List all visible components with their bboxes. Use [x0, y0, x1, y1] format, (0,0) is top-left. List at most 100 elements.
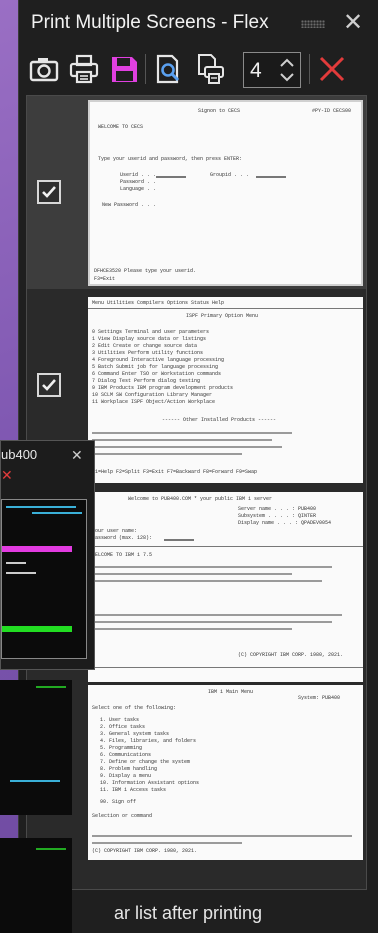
screen-thumbnail[interactable]: Signon to CECS #PY-ID CECS00 WELCOME TO …: [88, 100, 363, 286]
thumb-option: 5. Programming: [100, 745, 143, 751]
delete-button[interactable]: [315, 52, 349, 86]
thumb-welcome-line: WELCOME TO IBM i 7.5: [92, 552, 153, 558]
text-line: [92, 566, 332, 568]
checkmark-icon: [39, 182, 59, 202]
screen-checkbox[interactable]: [37, 373, 61, 397]
thumb-option: 6. Communications: [100, 752, 152, 758]
text-line: [92, 614, 342, 616]
text-line: [92, 621, 332, 623]
print-button[interactable]: [67, 52, 101, 86]
divider: [88, 546, 363, 547]
thumb-display-name: Display name . . . : QPADEV0054: [238, 520, 332, 526]
thumb-option: 10. Information Assistant options: [100, 780, 200, 786]
thumb-option: 1 View Display source data or listings: [92, 336, 207, 342]
thumb-option: 0 Settings Terminal and user parameters: [92, 329, 210, 335]
thumb-password: Password (max. 128):: [92, 535, 153, 541]
terminal-preview: [0, 680, 72, 815]
list-item[interactable]: IBM i Main Menu System: PUB400 Select on…: [27, 685, 366, 880]
thumb-option: 3. General system tasks: [100, 731, 170, 737]
thumb-option: 7. Define or change the system: [100, 759, 191, 765]
text-line: [92, 446, 282, 448]
thumb-option: 3 Utilities Perform utility functions: [92, 350, 204, 356]
camera-icon: [27, 52, 61, 86]
thumb-server-name: Server name . . . : PUB400: [238, 506, 317, 512]
thumb-header-left: Signon to CECS: [198, 108, 241, 114]
window-title: Print Multiple Screens - Flex: [31, 12, 269, 33]
close-icon: ✕: [1, 467, 13, 483]
thumb-system: System: PUB400: [298, 695, 341, 701]
title-bar[interactable]: Print Multiple Screens - Flex ✕: [19, 0, 378, 46]
screen-thumbnail[interactable]: Welcome to PUB400.COM * your public IBM …: [88, 492, 363, 682]
thumb-footer: (C) COPYRIGHT IBM CORP. 1980, 2021.: [238, 652, 344, 658]
thumb-option: 4. Files, libraries, and folders: [100, 738, 197, 744]
thumb-welcome: WELCOME TO CECS: [98, 124, 144, 130]
input-underline: [164, 539, 194, 541]
footer-bar: ar list after printing: [19, 895, 378, 933]
close-window-button[interactable]: ✕: [339, 9, 367, 37]
text-line: [92, 580, 322, 582]
input-underline: [156, 176, 186, 178]
thumb-option: 2. Office tasks: [100, 724, 146, 730]
pub400-session-window[interactable]: ub400 ✕ ✕: [0, 440, 95, 670]
copies-stepper[interactable]: 4: [243, 52, 301, 88]
delete-icon: [315, 52, 349, 86]
thumb-subsystem: Subsystem . . . . : QINTER: [238, 513, 317, 519]
toolbar-separator: [309, 54, 310, 84]
divider: [88, 667, 363, 668]
thumb-option: 2 Edit Create or change source data: [92, 343, 198, 349]
thumb-field-password: Password . .: [120, 179, 157, 185]
printer-icon: [67, 52, 101, 86]
terminal-preview: [0, 838, 72, 933]
print-setup-icon: [193, 52, 227, 86]
stepper-arrows-icon[interactable]: [277, 56, 297, 84]
thumb-groupid: Groupid . . .: [210, 172, 250, 178]
text-line: [92, 432, 292, 434]
thumb-option: 8. Problem handling: [100, 766, 158, 772]
thumb-option: 4 Foreground Interactive language proces…: [92, 357, 225, 363]
checkmark-icon: [39, 375, 59, 395]
thumb-prompt: Type your userid and password, then pres…: [98, 156, 243, 162]
thumb-option: 11 Workplace ISPF Object/Action Workplac…: [92, 399, 216, 405]
thumb-line1: Welcome to PUB400.COM * your public IBM …: [128, 496, 273, 502]
capture-screen-button[interactable]: [27, 52, 61, 86]
thumb-select: Select one of the following:: [92, 705, 177, 711]
text-line: [92, 842, 242, 844]
print-preview-button[interactable]: [151, 52, 185, 86]
input-underline: [256, 176, 286, 178]
thumb-field-language: Language . .: [120, 186, 157, 192]
thumb-option: 10 SCLM SW Configuration Library Manager: [92, 392, 213, 398]
toolbar-separator: [145, 54, 146, 84]
save-icon: [107, 52, 141, 86]
list-item[interactable]: Signon to CECS #PY-ID CECS00 WELCOME TO …: [27, 96, 366, 289]
thumb-message: DFHCE3520 Please type your userid.: [94, 268, 197, 274]
thumb-option: 9 IBM Products IBM program development p…: [92, 385, 234, 391]
print-setup-button[interactable]: [193, 52, 227, 86]
text-line: [92, 835, 352, 837]
screen-thumbnail[interactable]: IBM i Main Menu System: PUB400 Select on…: [88, 685, 363, 860]
thumb-option: 1. User tasks: [100, 717, 140, 723]
toolbar: 4: [19, 46, 378, 94]
thumb-field-userid: Userid . . .: [120, 172, 157, 178]
clear-list-after-printing-label[interactable]: ar list after printing: [114, 903, 262, 924]
save-button[interactable]: [107, 52, 141, 86]
screen-checkbox[interactable]: [37, 180, 61, 204]
thumb-selection: Selection or command: [92, 813, 153, 819]
thumb-option: 11. IBM i Access tasks: [100, 787, 167, 793]
thumb-heading: IBM i Main Menu: [208, 689, 254, 695]
copies-value[interactable]: 4: [250, 59, 262, 83]
thumb-heading: ISPF Primary Option Menu: [186, 313, 259, 319]
thumb-user: Your user name:: [92, 528, 138, 534]
thumb-option: 9. Display a menu: [100, 773, 152, 779]
close-icon[interactable]: ✕: [71, 447, 83, 464]
terminal-preview: [1, 499, 87, 659]
thumb-option: 5 Batch Submit job for language processi…: [92, 364, 219, 370]
thumb-header-right: #PY-ID CECS00: [312, 108, 352, 114]
screen-thumbnail[interactable]: Menu Utilities Compilers Options Status …: [88, 297, 363, 483]
thumb-option: 6 Command Enter TSO or Workstation comma…: [92, 371, 222, 377]
text-line: [92, 453, 242, 455]
text-line: [92, 628, 292, 630]
thumb-menubar: Menu Utilities Compilers Options Status …: [92, 300, 225, 306]
thumb-option: 90. Sign off: [100, 799, 137, 805]
thumb-field-newpassword: New Password . . .: [102, 202, 157, 208]
drag-grip-icon[interactable]: [301, 20, 325, 28]
